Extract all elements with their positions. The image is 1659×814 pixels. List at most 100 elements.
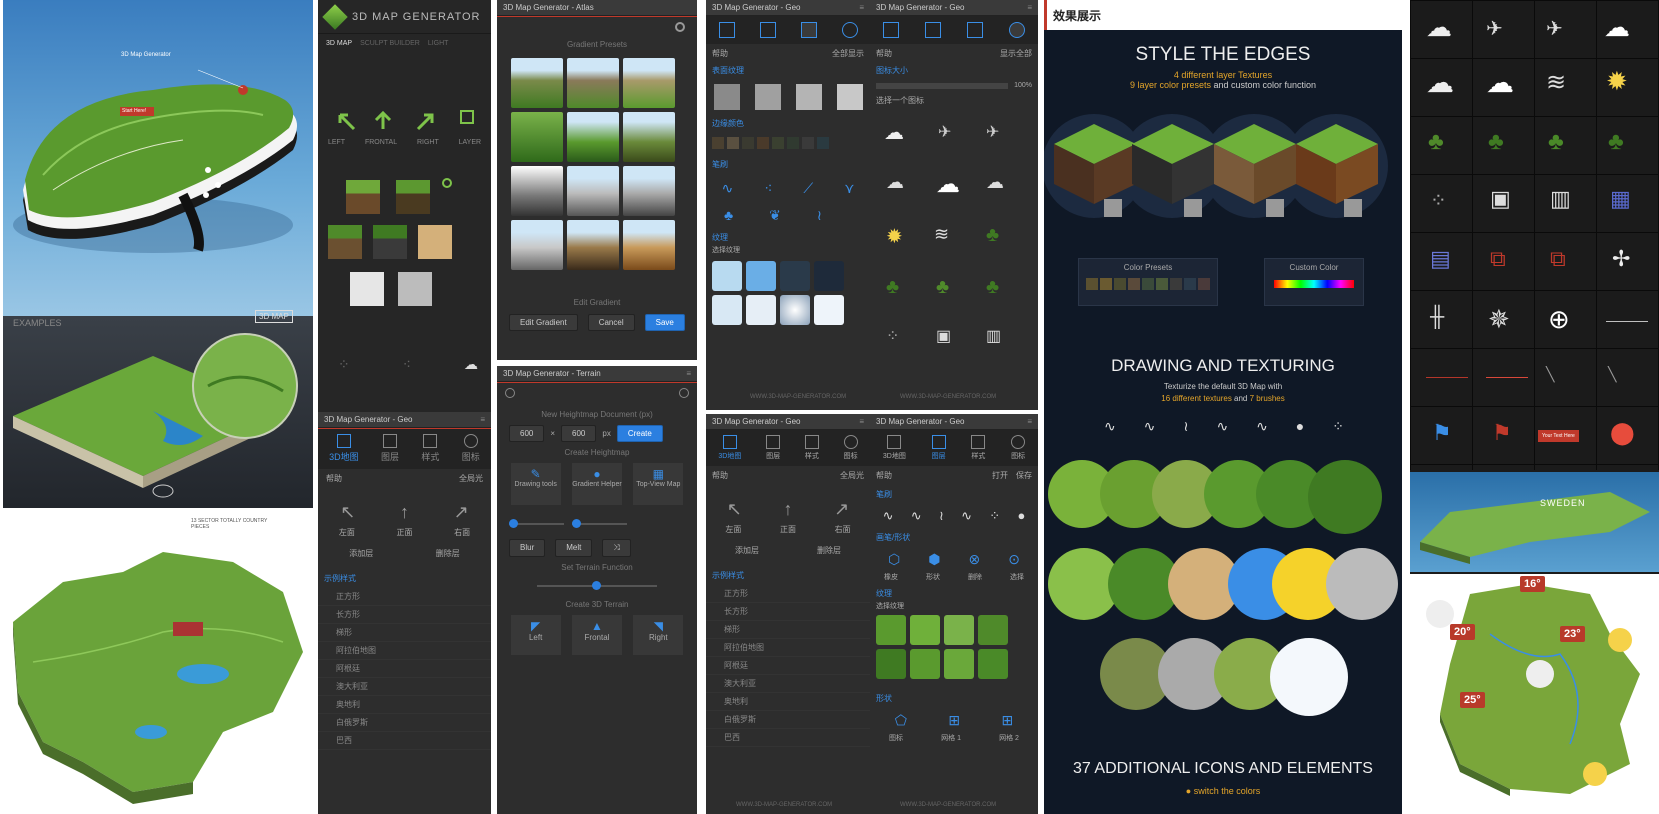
help-link[interactable]: 帮助	[876, 470, 892, 481]
list-item[interactable]: 白俄罗斯	[318, 714, 491, 732]
panel-menu-icon[interactable]: ≡	[480, 412, 485, 428]
list-item[interactable]: 奥地利	[706, 693, 870, 711]
settings-icon[interactable]	[675, 22, 685, 32]
gradient-preset[interactable]	[623, 166, 675, 216]
map-shape-icon[interactable]: ⬠	[895, 712, 907, 729]
shuffle-icon[interactable]: ⤨	[602, 539, 631, 557]
brush-stroke-icon[interactable]: ⟋	[803, 180, 813, 197]
tree-icon[interactable]: ♣	[886, 276, 899, 299]
layers-icon[interactable]	[925, 22, 941, 38]
tab-sculpt-builder[interactable]: SCULPT BUILDER	[360, 40, 420, 47]
preset-swatch[interactable]	[1114, 278, 1126, 290]
terrain-frontal-button[interactable]: ▲ Frontal	[571, 615, 622, 655]
sun-icon[interactable]: ✹	[886, 224, 903, 249]
texture-swatch[interactable]	[944, 615, 974, 645]
delete-layer-button[interactable]: 删除层	[436, 548, 460, 559]
drawing-tools-button[interactable]: ✎ Drawing tools	[510, 463, 561, 505]
texture-swatch[interactable]	[746, 261, 776, 291]
texture-cube-grey[interactable]	[398, 272, 432, 306]
gradient-preset[interactable]	[567, 166, 619, 216]
gradient-preset[interactable]	[623, 112, 675, 162]
building-icon[interactable]: ▣	[936, 326, 951, 346]
list-item[interactable]: 梯形	[706, 621, 870, 639]
texture-cube-grass-1[interactable]	[346, 180, 380, 214]
panel-menu-icon[interactable]: ≡	[1027, 414, 1032, 430]
brush-stroke-icon[interactable]: ∿	[883, 508, 894, 524]
tab-style-geo[interactable]: 样式	[421, 434, 439, 463]
gradient-preset[interactable]	[511, 112, 563, 162]
dir-front-cn[interactable]: 正面	[780, 524, 796, 535]
arrow-front-icon[interactable]: ↑	[400, 502, 409, 523]
texture-cube-white[interactable]	[350, 272, 384, 306]
list-item[interactable]: 奥地利	[318, 696, 491, 714]
list-item[interactable]: 长方形	[706, 603, 870, 621]
gradient-preset[interactable]	[623, 220, 675, 270]
arrow-front-icon[interactable]: ↑	[783, 499, 792, 520]
dots-icon[interactable]: ⁘	[886, 326, 899, 346]
texture-swatch[interactable]	[814, 295, 844, 325]
brush-stroke-icon[interactable]: ●	[1017, 508, 1025, 524]
texture-cube-grass-4[interactable]	[373, 225, 407, 259]
texture-swatch[interactable]	[712, 261, 742, 291]
brush-stroke-icon[interactable]: ≀	[939, 508, 944, 524]
pin-icon[interactable]	[841, 22, 858, 38]
help-link[interactable]: 帮助	[712, 470, 728, 481]
melt-slider[interactable]	[572, 519, 627, 528]
top-view-map-button[interactable]: ▦ Top-View Map	[633, 463, 684, 505]
surface-cube[interactable]	[836, 84, 863, 110]
global-light-link[interactable]: 全局光	[459, 473, 483, 484]
terrain-right-button[interactable]: ◥ Right	[633, 615, 684, 655]
panel-menu-icon[interactable]: ≡	[1027, 0, 1032, 16]
cloud-icon[interactable]: ☁	[464, 356, 478, 373]
texture-swatch[interactable]	[780, 295, 810, 325]
grid-icon[interactable]: ⊞	[1002, 712, 1014, 729]
texture-swatch[interactable]	[712, 295, 742, 325]
preset-swatch[interactable]	[1198, 278, 1210, 290]
help-link[interactable]: 帮助	[876, 48, 892, 59]
tree-icon[interactable]: ♣	[986, 276, 999, 299]
delete-layer-button[interactable]: 删除层	[817, 545, 841, 556]
add-layer-button[interactable]: 添加层	[735, 545, 759, 556]
preset-swatch[interactable]	[1142, 278, 1154, 290]
brush-icon[interactable]	[800, 22, 817, 38]
list-item[interactable]: 正方形	[706, 585, 870, 603]
add-layer-button[interactable]: 添加层	[349, 548, 373, 559]
info-icon[interactable]	[505, 388, 515, 398]
gradient-preset[interactable]	[511, 58, 563, 108]
preset-swatch[interactable]	[1156, 278, 1168, 290]
create-button[interactable]: Create	[616, 425, 663, 442]
list-item[interactable]: 澳大利亚	[318, 678, 491, 696]
tab-3d-map-geo[interactable]: 3D地图	[329, 434, 359, 463]
bushes-icon[interactable]: ⁖	[403, 356, 411, 373]
texture-swatch[interactable]	[746, 295, 776, 325]
brush-stroke-icon[interactable]: ⁘	[989, 508, 1000, 524]
dir-left-cn[interactable]: 左面	[725, 524, 741, 535]
help-icon[interactable]	[679, 388, 689, 398]
preset-swatch[interactable]	[1128, 278, 1140, 290]
texture-swatch[interactable]	[814, 261, 844, 291]
brush-stroke-icon[interactable]: ∿	[911, 508, 922, 524]
cloud-icon[interactable]: ☁	[884, 120, 904, 145]
list-item[interactable]: 巴西	[706, 729, 870, 747]
list-item[interactable]: 巴西	[318, 732, 491, 750]
gradient-helper-button[interactable]: ● Gradient Helper	[571, 463, 622, 505]
list-item[interactable]: 阿根廷	[318, 660, 491, 678]
color-swatch[interactable]	[772, 137, 784, 149]
texture-cube-grass-3[interactable]	[328, 225, 362, 259]
tab-style-geo[interactable]: 样式	[971, 435, 986, 461]
function-slider[interactable]	[537, 578, 657, 594]
tab-layers-geo[interactable]: 图层	[381, 434, 399, 463]
surface-cube[interactable]	[754, 84, 781, 110]
dir-left-label[interactable]: LEFT	[328, 139, 345, 146]
preset-swatch[interactable]	[1086, 278, 1098, 290]
dir-frontal-label[interactable]: FRONTAL	[365, 139, 397, 146]
texture-cube-grass-2[interactable]	[396, 180, 430, 214]
grid-icon[interactable]: ⊞	[948, 712, 960, 729]
brush-icon[interactable]	[967, 22, 983, 38]
texture-cube-sand[interactable]	[418, 225, 452, 259]
shape-icon[interactable]: ⬡	[888, 551, 900, 568]
surface-cube[interactable]	[713, 84, 740, 110]
cube-icon[interactable]	[883, 22, 899, 38]
brush-stroke-icon[interactable]: ⁖	[764, 180, 772, 197]
pin-icon[interactable]	[1009, 22, 1025, 38]
